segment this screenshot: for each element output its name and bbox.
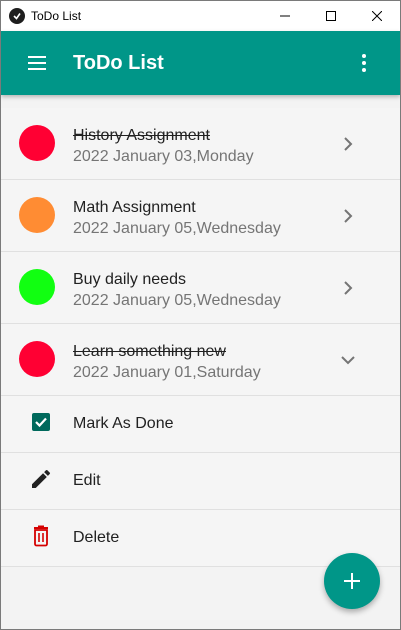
task-date: 2022 January 01,Saturday: [73, 364, 261, 381]
task-list: History Assignment 2022 January 03,Monda…: [1, 108, 400, 567]
close-button[interactable]: [354, 1, 400, 31]
menu-button[interactable]: [25, 51, 49, 75]
task-title: History Assignment: [73, 127, 210, 144]
task-date: 2022 January 05,Wednesday: [73, 220, 281, 237]
chevron-right-icon[interactable]: [336, 204, 360, 228]
task-item[interactable]: Math Assignment 2022 January 05,Wednesda…: [1, 180, 400, 252]
more-options-button[interactable]: [352, 51, 376, 75]
chevron-right-icon[interactable]: [336, 276, 360, 300]
maximize-button[interactable]: [308, 1, 354, 31]
maximize-icon: [326, 11, 336, 21]
delete-label: Delete: [73, 529, 120, 546]
pencil-icon: [32, 469, 51, 488]
more-vert-icon: [362, 54, 366, 72]
priority-dot: [19, 125, 55, 161]
task-title: Buy daily needs: [73, 271, 186, 288]
mark-done-action[interactable]: Mark As Done: [1, 396, 400, 453]
minimize-button[interactable]: [262, 1, 308, 31]
task-date: 2022 January 05,Wednesday: [73, 292, 281, 309]
window-titlebar[interactable]: ToDo List: [1, 1, 400, 31]
priority-dot: [19, 269, 55, 305]
task-item-expanded[interactable]: Learn something new 2022 January 01,Satu…: [1, 324, 400, 396]
priority-dot: [19, 197, 55, 233]
task-title: Learn something new: [73, 343, 226, 360]
plus-icon: [344, 573, 360, 589]
window-title: ToDo List: [31, 9, 82, 23]
priority-dot: [19, 341, 55, 377]
page-title: ToDo List: [73, 51, 164, 74]
add-task-button[interactable]: [324, 553, 380, 609]
app-logo-icon: [9, 8, 25, 24]
edit-label: Edit: [73, 472, 101, 489]
task-item[interactable]: History Assignment 2022 January 03,Monda…: [1, 108, 400, 180]
checkbox-checked-icon: [32, 413, 50, 431]
app-bar: ToDo List: [1, 31, 400, 95]
mark-done-label: Mark As Done: [73, 415, 174, 432]
minimize-icon: [280, 15, 290, 17]
chevron-down-icon[interactable]: [336, 348, 360, 372]
close-icon: [372, 11, 382, 21]
task-item[interactable]: Buy daily needs 2022 January 05,Wednesda…: [1, 252, 400, 324]
chevron-right-icon[interactable]: [336, 132, 360, 156]
task-date: 2022 January 03,Monday: [73, 148, 254, 165]
app-window: ToDo List ToDo List History Assignment 2…: [0, 0, 401, 630]
task-title: Math Assignment: [73, 199, 196, 216]
trash-icon: [34, 525, 48, 547]
window-controls: [262, 1, 400, 31]
edit-action[interactable]: Edit: [1, 453, 400, 510]
hamburger-icon: [28, 56, 46, 70]
